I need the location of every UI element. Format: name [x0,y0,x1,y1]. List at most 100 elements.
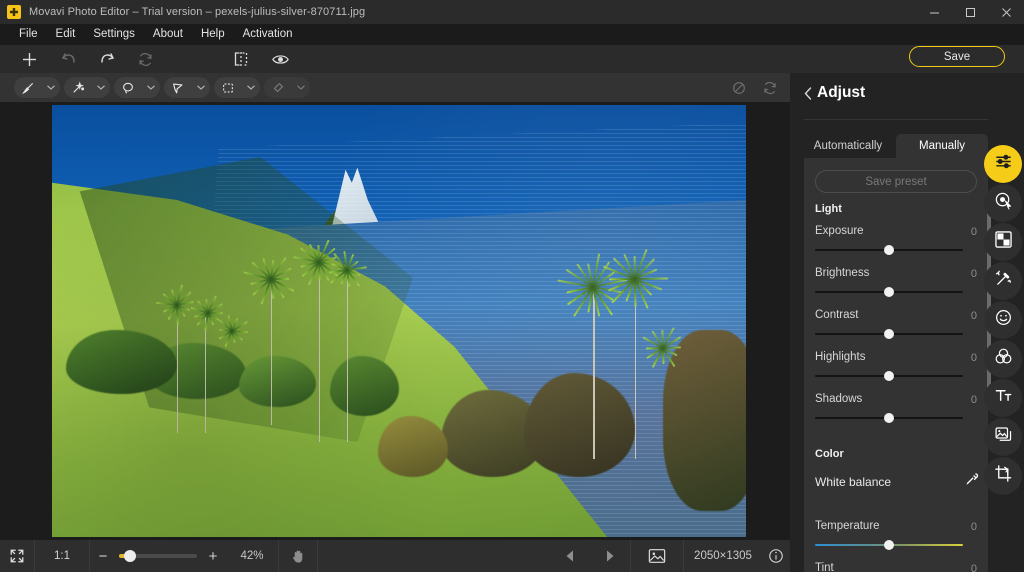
brush-tool[interactable] [14,77,60,98]
slider-knob[interactable] [884,329,894,339]
divider [804,119,988,120]
rail-item-retouching[interactable] [984,262,1022,300]
slider-knob[interactable] [884,287,894,297]
fit-to-screen-icon[interactable] [0,540,34,572]
before-after-compare-icon[interactable] [224,47,258,71]
slider-contrast[interactable] [815,329,963,339]
zoom-slider[interactable] [116,540,200,572]
text-tt-icon [994,386,1013,410]
zoom-slider-knob[interactable] [124,550,136,562]
primary-toolbar [0,45,1024,73]
chevron-left-icon[interactable] [804,87,812,103]
rail-item-face-retouch[interactable] [984,301,1022,339]
menu-item-settings[interactable]: Settings [84,24,144,45]
menu-item-help[interactable]: Help [192,24,234,45]
control-label-temperature: Temperature [815,520,880,532]
app-window: Movavi Photo Editor – Trial version – pe… [0,0,1024,572]
polygon-lasso-icon [164,81,191,95]
chevron-down-icon [241,85,260,90]
slider-temperature[interactable] [815,540,963,550]
control-label-shadows: Shadows [815,393,863,405]
slider-knob[interactable] [884,413,894,423]
control-label-contrast: Contrast [815,309,859,321]
redo-arrow-icon[interactable] [90,47,124,71]
menu-item-file[interactable]: File [10,24,47,45]
zoom-in-button[interactable]: + [200,540,226,572]
deselect-icon[interactable] [728,77,749,98]
chevron-down-icon [141,85,160,90]
reset-refresh-icon[interactable] [128,47,162,71]
menu-bar: File Edit Settings About Help Activation [0,24,1024,45]
rail-item-text[interactable] [984,379,1022,417]
divider [317,540,318,572]
control-label-white-balance: White balance [815,475,892,489]
crop-icon [994,464,1013,488]
rectangular-marquee-tool[interactable] [214,77,260,98]
group-title-light: Light [815,203,842,215]
milford-sound-mitre-peak-photo [52,105,746,537]
movavi-logo-icon [7,5,21,19]
rail-item-crop[interactable] [984,457,1022,495]
save-preset-button[interactable]: Save preset [815,170,977,193]
control-label-exposure: Exposure [815,225,864,237]
eyedropper-icon[interactable] [964,472,979,492]
control-value-brightness: 0 [970,268,977,280]
slider-brightness[interactable] [815,287,963,297]
lasso-icon [114,81,141,95]
previous-image-icon[interactable] [550,540,590,572]
sliders-icon [994,152,1013,176]
polygon-lasso-tool[interactable] [164,77,210,98]
magic-wand-tool[interactable] [64,77,110,98]
info-icon[interactable] [762,540,790,572]
hand-pan-icon[interactable] [279,540,317,572]
panel-body: Save preset Light Exposure 0 Brightness … [804,158,988,572]
color-circles-icon [994,347,1013,371]
close-icon[interactable] [988,0,1024,24]
brush-icon [14,81,41,95]
slider-knob[interactable] [884,540,894,550]
slider-knob[interactable] [884,245,894,255]
object-removal-icon [994,191,1013,215]
eraser-tool[interactable] [264,77,310,98]
image-dimensions-label: 2050×1305 [694,550,752,562]
save-button[interactable]: Save [909,46,1005,67]
control-label-tint: Tint [815,562,834,572]
feature-rail [984,145,1024,496]
rail-item-color-effects[interactable] [984,340,1022,378]
minimize-icon[interactable] [916,0,952,24]
tab-automatically[interactable]: Automatically [804,134,892,158]
next-image-icon[interactable] [590,540,630,572]
zoom-out-button[interactable]: − [90,540,116,572]
maximize-icon[interactable] [952,0,988,24]
refresh-icon[interactable] [759,77,780,98]
rail-item-adjust[interactable] [984,145,1022,183]
slider-shadows[interactable] [815,413,963,423]
chevron-down-icon [41,85,60,90]
image-thumbnail-icon[interactable] [631,540,683,572]
title-bar: Movavi Photo Editor – Trial version – pe… [0,0,1024,24]
slider-highlights[interactable] [815,371,963,381]
control-label-highlights: Highlights [815,351,866,363]
menu-item-edit[interactable]: Edit [47,24,85,45]
tab-manually[interactable]: Manually [896,134,988,158]
plus-icon[interactable] [12,47,46,71]
photo-grain-overlay [52,105,746,537]
menu-item-about[interactable]: About [144,24,192,45]
chevron-down-icon [191,85,210,90]
rail-item-collage[interactable] [984,418,1022,456]
control-value-contrast: 0 [970,310,977,322]
undo-arrow-icon[interactable] [52,47,86,71]
eye-preview-icon[interactable] [263,47,297,71]
rail-item-background-removal[interactable] [984,223,1022,261]
rail-item-object-removal[interactable] [984,184,1022,222]
menu-item-activation[interactable]: Activation [234,24,302,45]
image-canvas[interactable] [0,102,790,540]
lasso-tool[interactable] [114,77,160,98]
slider-exposure[interactable] [815,245,963,255]
eraser-icon [264,81,291,95]
slider-knob[interactable] [884,371,894,381]
checkerboard-background-icon [994,231,1012,253]
window-controls [916,0,1024,24]
actual-size-button[interactable]: 1:1 [35,540,89,572]
magic-wand-sparkle-icon [994,269,1013,293]
